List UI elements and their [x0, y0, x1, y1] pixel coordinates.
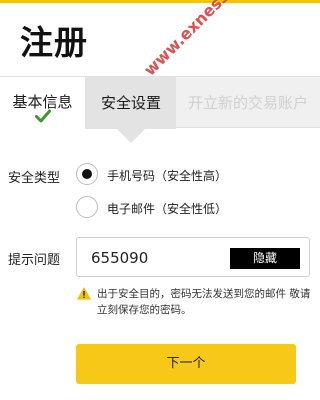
security-type-label: 安全类型	[8, 171, 61, 186]
watermark: www.exness.xin	[140, 0, 257, 80]
phone-radio[interactable]	[76, 163, 98, 185]
step-progress-bar: 基本信息 安全设置 开立新的交易账户	[0, 76, 320, 129]
step-open-account: 开立新的交易账户	[176, 77, 320, 129]
hide-button[interactable]: 隐藏	[230, 248, 300, 269]
step-security-settings: 安全设置	[86, 77, 176, 129]
phone-radio-label[interactable]: 手机号码（安全性高）	[107, 167, 227, 184]
hint-question-input[interactable]	[91, 247, 221, 269]
email-radio[interactable]	[76, 196, 98, 218]
email-radio-label[interactable]: 电子邮件（安全性低）	[107, 200, 227, 217]
warning-icon	[77, 287, 91, 300]
hint-question-field: 隐藏	[76, 237, 310, 277]
next-button[interactable]: 下一个	[76, 344, 296, 384]
hint-question-label: 提示问题	[8, 253, 61, 268]
password-warning-text: 出于安全目的，密码无法发送到您的邮件 敬请立刻保存您的密码。	[97, 288, 311, 316]
checkmark-icon	[35, 109, 51, 123]
radio-selected-dot	[82, 169, 92, 179]
page-title: 注册	[20, 23, 88, 62]
top-accent-strip	[0, 0, 320, 3]
step-security-settings-label: 安全设置	[100, 94, 161, 112]
active-step-pointer	[116, 128, 146, 143]
step-basic-info: 基本信息	[0, 77, 86, 129]
step-open-account-label: 开立新的交易账户	[187, 94, 308, 112]
